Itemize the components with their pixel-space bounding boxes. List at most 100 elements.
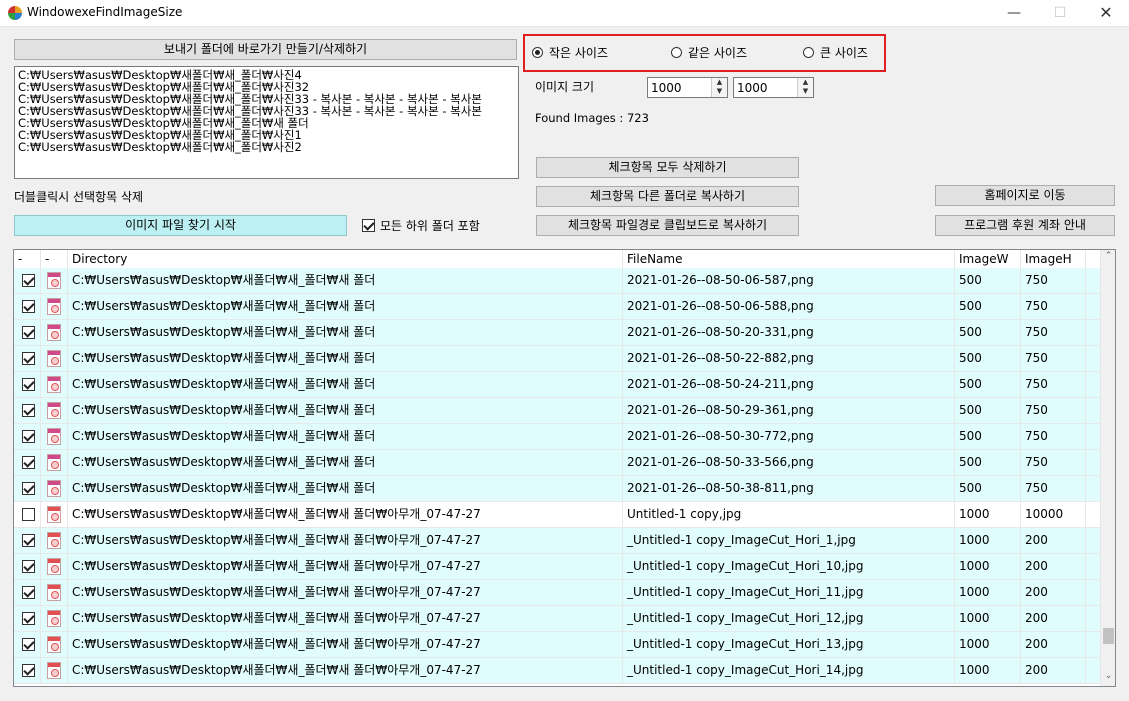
cell-imagew: 1000 bbox=[955, 658, 1021, 683]
row-checkbox[interactable] bbox=[22, 612, 35, 625]
table-row[interactable]: C:₩Users₩asus₩Desktop₩새폴더₩새_폴더₩새 폴더₩아무개_… bbox=[14, 606, 1100, 632]
row-checkbox[interactable] bbox=[22, 404, 35, 417]
cell-imagew: 500 bbox=[955, 372, 1021, 397]
window-title: WindowexeFindImageSize bbox=[27, 5, 183, 19]
cell-directory: C:₩Users₩asus₩Desktop₩새폴더₩새_폴더₩새 폴더 bbox=[68, 268, 623, 293]
row-checkbox[interactable] bbox=[22, 430, 35, 443]
table-row[interactable]: C:₩Users₩asus₩Desktop₩새폴더₩새_폴더₩새 폴더 2021-… bbox=[14, 294, 1100, 320]
table-row[interactable]: C:₩Users₩asus₩Desktop₩새폴더₩새_폴더₩새 폴더 2021-… bbox=[14, 320, 1100, 346]
minimize-button[interactable]: — bbox=[991, 0, 1037, 26]
results-grid[interactable]: - - Directory FileName ImageW ImageH C:₩… bbox=[13, 249, 1116, 687]
radio-same-label: 같은 사이즈 bbox=[688, 45, 748, 60]
header-directory[interactable]: Directory bbox=[68, 250, 623, 268]
header-imageh[interactable]: ImageH bbox=[1021, 250, 1086, 268]
header-filename[interactable]: FileName bbox=[623, 250, 955, 268]
donate-info-button[interactable]: 프로그램 후원 계좌 안내 bbox=[935, 215, 1115, 236]
table-row[interactable]: C:₩Users₩asus₩Desktop₩새폴더₩새_폴더₩새 폴더 2021-… bbox=[14, 268, 1100, 294]
table-row[interactable]: C:₩Users₩asus₩Desktop₩새폴더₩새_폴더₩새 폴더 2021-… bbox=[14, 398, 1100, 424]
row-checkbox[interactable] bbox=[22, 586, 35, 599]
table-row[interactable]: C:₩Users₩asus₩Desktop₩새폴더₩새_폴더₩새 폴더₩아무개_… bbox=[14, 658, 1100, 684]
cell-imagew: 1000 bbox=[955, 554, 1021, 579]
row-checkbox[interactable] bbox=[22, 378, 35, 391]
table-row[interactable]: C:₩Users₩asus₩Desktop₩새폴더₩새_폴더₩새 폴더 2021-… bbox=[14, 346, 1100, 372]
radio-large-indicator[interactable] bbox=[803, 46, 814, 58]
radio-large-size[interactable]: 큰 사이즈 bbox=[803, 44, 868, 60]
row-checkbox[interactable] bbox=[22, 638, 35, 651]
cell-imagew: 1000 bbox=[955, 606, 1021, 631]
row-checkbox[interactable] bbox=[22, 274, 35, 287]
cell-imageh: 750 bbox=[1021, 398, 1086, 423]
maximize-button[interactable]: ☐ bbox=[1037, 0, 1083, 26]
row-checkbox[interactable] bbox=[22, 482, 35, 495]
scroll-down-icon[interactable]: ⌄ bbox=[1101, 671, 1115, 685]
header-icon[interactable]: - bbox=[41, 250, 68, 268]
cell-filename: 2021-01-26--08-50-30-772,png bbox=[623, 424, 955, 449]
cell-directory: C:₩Users₩asus₩Desktop₩새폴더₩새_폴더₩새 폴더₩아무개_… bbox=[68, 658, 623, 683]
cell-imageh: 750 bbox=[1021, 372, 1086, 397]
width-spinner[interactable]: ▲▼ bbox=[647, 77, 728, 98]
row-checkbox[interactable] bbox=[22, 456, 35, 469]
radio-same-size[interactable]: 같은 사이즈 bbox=[671, 44, 747, 60]
vertical-scrollbar[interactable]: ⌃ ⌄ bbox=[1100, 250, 1115, 686]
cell-filename: 2021-01-26--08-50-38-811,png bbox=[623, 476, 955, 501]
copy-to-folder-button[interactable]: 체크항목 다른 폴더로 복사하기 bbox=[536, 186, 799, 207]
cell-imageh: 750 bbox=[1021, 320, 1086, 345]
table-row[interactable]: C:₩Users₩asus₩Desktop₩새폴더₩새_폴더₩새 폴더 2021-… bbox=[14, 450, 1100, 476]
start-search-button[interactable]: 이미지 파일 찾기 시작 bbox=[14, 215, 347, 236]
table-row[interactable]: C:₩Users₩asus₩Desktop₩새폴더₩새_폴더₩새 폴더₩아무개_… bbox=[14, 632, 1100, 658]
row-checkbox[interactable] bbox=[22, 352, 35, 365]
png-file-icon bbox=[47, 480, 61, 497]
include-subfolders-box[interactable] bbox=[362, 219, 375, 232]
scroll-thumb[interactable] bbox=[1103, 628, 1114, 644]
cell-directory: C:₩Users₩asus₩Desktop₩새폴더₩새_폴더₩새 폴더 bbox=[68, 372, 623, 397]
width-input[interactable] bbox=[648, 78, 714, 97]
table-row[interactable]: C:₩Users₩asus₩Desktop₩새폴더₩새_폴더₩새 폴더₩아무개_… bbox=[14, 580, 1100, 606]
row-checkbox[interactable] bbox=[22, 560, 35, 573]
grid-header: - - Directory FileName ImageW ImageH bbox=[14, 250, 1100, 269]
table-row[interactable]: C:₩Users₩asus₩Desktop₩새폴더₩새_폴더₩새 폴더₩아무개_… bbox=[14, 502, 1100, 528]
homepage-button[interactable]: 홈페이지로 이동 bbox=[935, 185, 1115, 206]
cell-directory: C:₩Users₩asus₩Desktop₩새폴더₩새_폴더₩새 폴더 bbox=[68, 320, 623, 345]
png-file-icon bbox=[47, 350, 61, 367]
width-spinner-arrows[interactable]: ▲ ▼ bbox=[711, 78, 727, 97]
folder-list[interactable]: C:₩Users₩asus₩Desktop₩새폴더₩새_폴더₩사진4 C:₩Use… bbox=[14, 66, 519, 179]
png-file-icon bbox=[47, 376, 61, 393]
radio-small-size[interactable]: 작은 사이즈 bbox=[532, 44, 608, 60]
row-checkbox[interactable] bbox=[22, 300, 35, 313]
title-bar: WindowexeFindImageSize — ☐ ✕ bbox=[0, 0, 1129, 27]
png-file-icon bbox=[47, 428, 61, 445]
height-spinner-arrows[interactable]: ▲ ▼ bbox=[797, 78, 813, 97]
table-row[interactable]: C:₩Users₩asus₩Desktop₩새폴더₩새_폴더₩새 폴더 2021-… bbox=[14, 476, 1100, 502]
cell-filename: _Untitled-1 copy_ImageCut_Hori_11,jpg bbox=[623, 580, 955, 605]
cell-directory: C:₩Users₩asus₩Desktop₩새폴더₩새_폴더₩새 폴더 bbox=[68, 424, 623, 449]
cell-filename: _Untitled-1 copy_ImageCut_Hori_14,jpg bbox=[623, 658, 955, 683]
cell-imageh: 750 bbox=[1021, 346, 1086, 371]
row-checkbox[interactable] bbox=[22, 326, 35, 339]
table-row[interactable]: C:₩Users₩asus₩Desktop₩새폴더₩새_폴더₩새 폴더 2021-… bbox=[14, 424, 1100, 450]
scroll-up-icon[interactable]: ⌃ bbox=[1101, 251, 1115, 265]
row-checkbox[interactable] bbox=[22, 664, 35, 677]
delete-checked-button[interactable]: 체크항목 모두 삭제하기 bbox=[536, 157, 799, 178]
table-row[interactable]: C:₩Users₩asus₩Desktop₩새폴더₩새_폴더₩새 폴더 2021-… bbox=[14, 372, 1100, 398]
radio-same-indicator[interactable] bbox=[671, 46, 682, 58]
header-check[interactable]: - bbox=[14, 250, 41, 268]
height-spinner[interactable]: ▲▼ bbox=[733, 77, 814, 98]
radio-small-indicator[interactable] bbox=[532, 46, 543, 58]
jpg-file-icon bbox=[47, 584, 61, 601]
folder-list-item[interactable]: C:₩Users₩asus₩Desktop₩새폴더₩새_폴더₩사진2 bbox=[18, 141, 515, 153]
close-button[interactable]: ✕ bbox=[1083, 0, 1129, 26]
height-input[interactable] bbox=[734, 78, 800, 97]
dblclick-delete-label: 더블클릭시 선택항목 삭제 bbox=[14, 190, 144, 204]
table-row[interactable]: C:₩Users₩asus₩Desktop₩새폴더₩새_폴더₩새 폴더₩아무개_… bbox=[14, 554, 1100, 580]
row-checkbox[interactable] bbox=[22, 534, 35, 547]
table-row[interactable]: C:₩Users₩asus₩Desktop₩새폴더₩새_폴더₩새 폴더₩아무개_… bbox=[14, 528, 1100, 554]
cell-imageh: 750 bbox=[1021, 424, 1086, 449]
row-checkbox[interactable] bbox=[22, 508, 35, 521]
shortcut-folder-button[interactable]: 보내기 폴더에 바로가기 만들기/삭제하기 bbox=[14, 39, 517, 60]
copy-paths-button[interactable]: 체크항목 파일경로 클립보드로 복사하기 bbox=[536, 215, 799, 236]
header-imagew[interactable]: ImageW bbox=[955, 250, 1021, 268]
cell-imageh: 200 bbox=[1021, 580, 1086, 605]
cell-directory: C:₩Users₩asus₩Desktop₩새폴더₩새_폴더₩새 폴더₩아무개_… bbox=[68, 554, 623, 579]
include-subfolders-checkbox[interactable]: 모든 하위 폴더 포함 bbox=[362, 217, 480, 234]
cell-imagew: 1000 bbox=[955, 528, 1021, 553]
